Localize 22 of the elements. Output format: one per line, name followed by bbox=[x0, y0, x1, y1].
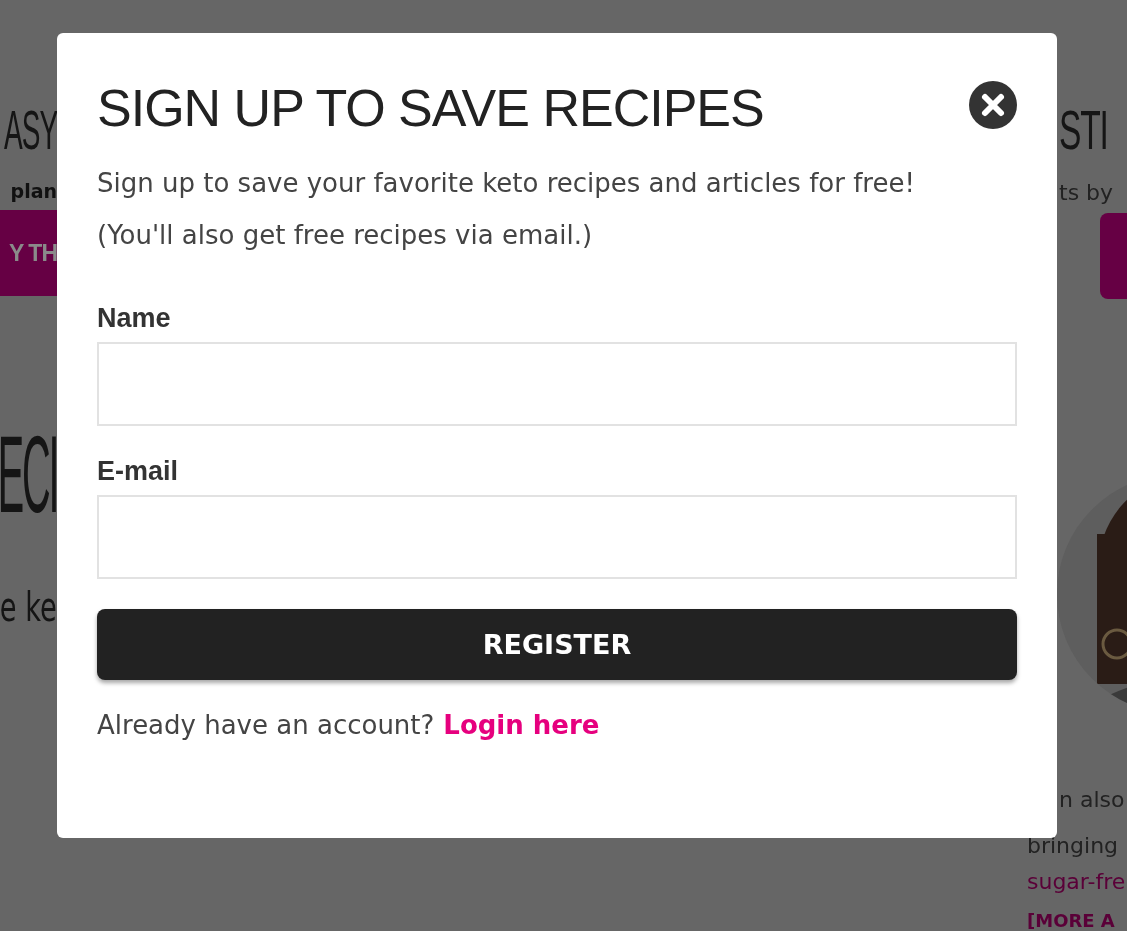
register-button[interactable]: REGISTER bbox=[97, 609, 1017, 680]
body-text: n also bbox=[1059, 786, 1126, 814]
text-link[interactable]: sugar-fre bbox=[1027, 864, 1127, 900]
body-text: bringing bbox=[1027, 832, 1120, 860]
modal-title: SIGN UP TO SAVE RECIPES bbox=[97, 78, 764, 139]
section-heading: ECI bbox=[0, 414, 57, 534]
byline-text: plan bbox=[10, 180, 57, 202]
lead-text: e ke bbox=[0, 584, 57, 630]
cta-button[interactable]: Y TH bbox=[0, 210, 57, 296]
more-link[interactable]: [MORE A bbox=[1027, 910, 1127, 931]
intro-text: Sign up to save your favorite keto recipes and articles for free! bbox=[97, 167, 916, 200]
field-label: E-mail bbox=[97, 456, 180, 487]
field-label: Name bbox=[97, 303, 172, 334]
page-heading: ASY bbox=[3, 100, 57, 160]
page-heading: STI bbox=[1059, 100, 1108, 160]
login-link[interactable]: Login here bbox=[443, 710, 600, 740]
input-field[interactable] bbox=[97, 342, 1017, 426]
account-prompt: Already have an account? bbox=[97, 710, 435, 740]
input-field[interactable] bbox=[97, 495, 1017, 579]
byline-text: ts by bbox=[1059, 180, 1115, 205]
close-icon[interactable] bbox=[969, 81, 1017, 129]
intro-text: (You'll also get free recipes via email.) bbox=[97, 219, 594, 252]
